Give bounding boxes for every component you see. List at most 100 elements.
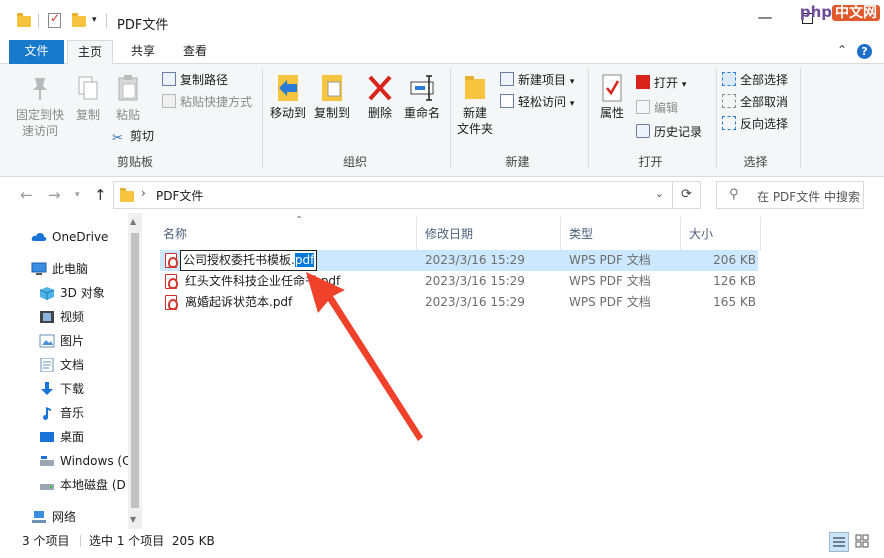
properties-check-icon[interactable]: ✓ bbox=[48, 11, 61, 28]
rename-button[interactable]: 重命名 bbox=[400, 72, 444, 121]
download-icon bbox=[39, 381, 55, 395]
invert-selection-icon bbox=[722, 116, 736, 130]
delete-x-icon bbox=[367, 72, 393, 102]
quick-access-dropdown-icon[interactable]: ▾ bbox=[92, 15, 97, 25]
nav-item-desktop[interactable]: 桌面 bbox=[39, 426, 84, 448]
new-item-button[interactable]: 新建项目 ▾ bbox=[500, 70, 574, 90]
file-modified: 2023/3/16 15:29 bbox=[425, 253, 525, 267]
properties-button[interactable]: 属性 bbox=[594, 72, 630, 121]
move-to-button[interactable]: 移动到 bbox=[266, 72, 310, 121]
nav-scrollbar[interactable]: ▲ ▼ bbox=[128, 213, 142, 529]
invert-selection-button[interactable]: 反向选择 bbox=[722, 114, 788, 134]
nav-item-music[interactable]: 音乐 bbox=[39, 402, 84, 424]
scroll-up-icon[interactable]: ▲ bbox=[130, 217, 136, 226]
select-all-button[interactable]: 全部选择 bbox=[722, 70, 788, 90]
search-box[interactable]: ⚲ 在 PDF文件 中搜索 bbox=[716, 181, 864, 209]
cut-button[interactable]: ✂ 剪切 bbox=[112, 126, 154, 146]
nav-item-documents[interactable]: 文档 bbox=[39, 354, 84, 376]
group-label-new: 新建 bbox=[505, 155, 530, 169]
tab-view[interactable]: 查看 bbox=[172, 40, 218, 64]
navigation-pane: OneDrive 此电脑 3D 对象 视频 图片 文档 下载 音乐 桌面 Win… bbox=[0, 213, 145, 529]
nav-item-3d-objects[interactable]: 3D 对象 bbox=[39, 282, 105, 304]
select-none-button[interactable]: 全部取消 bbox=[722, 92, 788, 112]
copy-path-icon bbox=[162, 72, 176, 86]
nav-item-downloads[interactable]: 下载 bbox=[39, 378, 84, 400]
chevron-down-icon[interactable]: ⌄ bbox=[655, 187, 664, 200]
file-list: ⌃ 名称 修改日期 类型 大小 公司授权委托书模板.pdf 2023/3/16 … bbox=[145, 213, 884, 529]
nav-item-drive-d[interactable]: 本地磁盘 (D bbox=[39, 474, 126, 496]
pdf-file-icon bbox=[165, 274, 178, 289]
search-input[interactable]: 在 PDF文件 中搜索 bbox=[757, 188, 860, 205]
details-view-icon bbox=[833, 537, 845, 547]
nav-item-videos[interactable]: 视频 bbox=[39, 306, 84, 328]
pdf-file-icon bbox=[165, 295, 178, 310]
nav-item-onedrive[interactable]: OneDrive bbox=[31, 226, 108, 248]
scroll-down-icon[interactable]: ▼ bbox=[130, 515, 136, 524]
pin-quick-access-button[interactable]: 固定到快 速访问 bbox=[12, 74, 68, 139]
nav-item-network[interactable]: 网络 bbox=[31, 506, 76, 528]
table-row[interactable]: 离婚起诉状范本.pdf 2023/3/16 15:29 WPS PDF 文档 1… bbox=[160, 292, 758, 313]
file-modified: 2023/3/16 15:29 bbox=[425, 274, 525, 288]
up-button[interactable]: ↑ bbox=[94, 186, 107, 204]
disk-icon bbox=[39, 477, 55, 491]
large-icons-view-icon bbox=[855, 534, 869, 548]
tab-home[interactable]: 主页 bbox=[67, 40, 113, 65]
forward-button[interactable]: → bbox=[48, 186, 61, 204]
divider bbox=[38, 14, 39, 28]
file-type: WPS PDF 文档 bbox=[569, 295, 651, 309]
table-row[interactable]: 红头文件科技企业任命书.pdf 2023/3/16 15:29 WPS PDF … bbox=[160, 271, 758, 292]
column-header-modified[interactable]: 修改日期 bbox=[417, 217, 561, 251]
column-header-name[interactable]: 名称 bbox=[155, 217, 417, 251]
minimize-button[interactable]: — bbox=[755, 8, 775, 26]
nav-item-this-pc[interactable]: 此电脑 bbox=[31, 258, 88, 280]
scroll-thumb[interactable] bbox=[131, 233, 139, 508]
chevron-down-icon: ▾ bbox=[569, 77, 575, 87]
group-label-select: 选择 bbox=[743, 155, 768, 169]
file-modified: 2023/3/16 15:29 bbox=[425, 295, 525, 309]
file-size: 126 KB bbox=[713, 274, 756, 288]
help-icon[interactable]: ? bbox=[857, 44, 872, 59]
status-bar: 3 个项目 选中 1 个项目 205 KB bbox=[0, 529, 884, 558]
copy-to-button[interactable]: 复制到 bbox=[310, 72, 354, 121]
cube-icon bbox=[39, 285, 55, 300]
recent-dropdown-icon[interactable]: ▾ bbox=[75, 190, 80, 200]
ribbon: 固定到快 速访问 复制 粘贴 复制路径 粘贴快捷方式 ✂ 剪切 剪贴板 移动到 复… bbox=[0, 64, 884, 177]
chevron-down-icon: ▾ bbox=[569, 99, 575, 109]
tab-file[interactable]: 文件 bbox=[9, 40, 64, 64]
rename-input[interactable]: 公司授权委托书模板.pdf bbox=[180, 250, 318, 271]
delete-button[interactable]: 删除 bbox=[362, 72, 398, 121]
nav-item-drive-c[interactable]: Windows (C bbox=[39, 450, 130, 472]
column-header-size[interactable]: 大小 bbox=[681, 217, 761, 251]
ribbon-collapse-icon[interactable]: ⌃ bbox=[837, 43, 847, 57]
details-view-button[interactable] bbox=[829, 532, 849, 552]
paste-shortcut-button[interactable]: 粘贴快捷方式 bbox=[162, 92, 252, 112]
divider bbox=[450, 68, 451, 168]
back-button[interactable]: ← bbox=[20, 186, 33, 204]
scissors-icon: ✂ bbox=[112, 131, 123, 146]
nav-item-pictures[interactable]: 图片 bbox=[39, 330, 84, 352]
divider bbox=[716, 68, 717, 168]
divider bbox=[106, 14, 107, 28]
properties-icon bbox=[599, 72, 625, 102]
new-folder-button[interactable]: 新建 文件夹 bbox=[454, 72, 496, 137]
group-label-clipboard: 剪贴板 bbox=[116, 155, 153, 169]
paste-button[interactable]: 粘贴 bbox=[110, 74, 146, 123]
breadcrumb[interactable]: PDF文件 bbox=[156, 187, 203, 204]
edit-button[interactable]: 编辑 bbox=[636, 98, 678, 118]
open-button[interactable]: 打开 ▾ bbox=[636, 73, 686, 93]
file-type: WPS PDF 文档 bbox=[569, 253, 651, 267]
refresh-button[interactable]: ⟳ bbox=[673, 181, 701, 209]
network-icon bbox=[31, 509, 47, 523]
copy-button[interactable]: 复制 bbox=[70, 74, 106, 123]
table-row[interactable]: 公司授权委托书模板.pdf 2023/3/16 15:29 WPS PDF 文档… bbox=[160, 250, 758, 271]
large-icons-view-button[interactable] bbox=[853, 532, 873, 552]
history-button[interactable]: 历史记录 bbox=[636, 122, 702, 142]
tab-share[interactable]: 共享 bbox=[120, 40, 166, 64]
drive-icon bbox=[39, 453, 55, 467]
column-header-type[interactable]: 类型 bbox=[561, 217, 681, 251]
music-icon bbox=[39, 405, 55, 420]
copy-path-button[interactable]: 复制路径 bbox=[162, 70, 228, 90]
address-bar[interactable]: › PDF文件 ⌄ bbox=[113, 181, 673, 209]
easy-access-button[interactable]: 轻松访问 ▾ bbox=[500, 92, 574, 112]
edit-icon bbox=[636, 100, 650, 114]
